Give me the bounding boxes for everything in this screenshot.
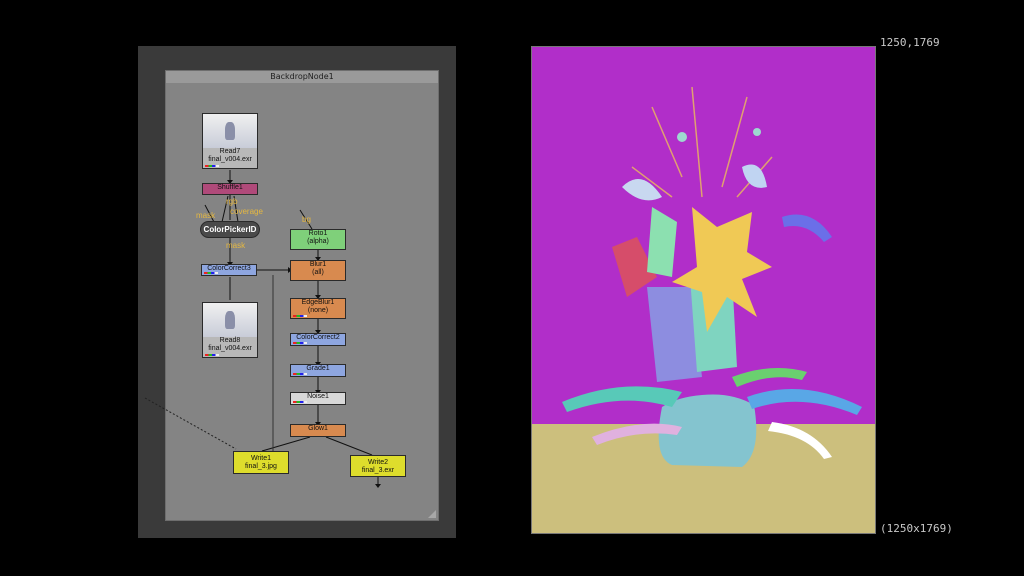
- pixel-coordinate-readout: 1250,1769: [880, 36, 940, 49]
- read7-file: final_v004.exr: [208, 156, 252, 163]
- colorpickerid-node[interactable]: ColorPickerID: [200, 221, 260, 238]
- channel-indicator: [293, 373, 307, 375]
- write1-name: Write1: [250, 455, 272, 462]
- edgeblur1-node[interactable]: EdgeBlur1 (none): [290, 298, 346, 319]
- channel-indicator: [205, 165, 219, 167]
- channel-indicator: [205, 354, 219, 356]
- read8-thumbnail: [203, 303, 257, 337]
- colorpickerid-name: ColorPickerID: [203, 225, 257, 234]
- write2-name: Write2: [367, 459, 389, 466]
- read8-name: Read8: [219, 337, 241, 344]
- matte-id-render: [532, 86, 875, 533]
- edgeblur1-sub: (none): [307, 307, 329, 314]
- read8-node[interactable]: Read8 final_v004.exr: [202, 302, 258, 358]
- shuffle1-node[interactable]: Shuffle1: [202, 183, 258, 195]
- read7-node[interactable]: Read7 final_v004.exr: [202, 113, 258, 169]
- blur1-sub: (all): [312, 269, 324, 276]
- image-format-label: (1250x1769): [880, 522, 953, 535]
- channel-indicator: [293, 342, 307, 344]
- noise1-node[interactable]: Noise1: [290, 392, 346, 405]
- glow1-node[interactable]: Glow1: [290, 424, 346, 437]
- colorcorrect2-node[interactable]: ColorCorrect2: [290, 333, 346, 346]
- viewer-image[interactable]: [531, 46, 876, 534]
- blur1-node[interactable]: Blur1 (all): [290, 260, 346, 281]
- edge-label-mask-2: mask: [226, 241, 246, 250]
- channel-indicator: [293, 401, 307, 403]
- roto1-sub: (alpha): [307, 238, 329, 245]
- read8-file: final_v004.exr: [208, 345, 252, 352]
- colorcorrect2-name: ColorCorrect2: [296, 334, 340, 341]
- write2-node[interactable]: Write2 final_3.exr: [350, 455, 406, 477]
- edge-label-bg: bg: [302, 215, 311, 224]
- channel-indicator: [204, 272, 218, 274]
- read7-thumbnail: [203, 114, 257, 148]
- edgeblur1-name: EdgeBlur1: [301, 299, 335, 306]
- channel-indicator: [293, 315, 307, 317]
- colorcorrect3-name: ColorCorrect3: [207, 265, 251, 272]
- blur1-name: Blur1: [309, 261, 327, 268]
- colorcorrect3-node[interactable]: ColorCorrect3: [201, 264, 257, 276]
- edge-label-coverage: coverage: [230, 207, 263, 216]
- write2-file: final_3.exr: [361, 467, 395, 474]
- edge-label-rgb: rgb: [226, 197, 238, 206]
- read7-name: Read7: [219, 148, 241, 155]
- noise1-name: Noise1: [307, 393, 329, 400]
- roto1-node[interactable]: Roto1 (alpha): [290, 229, 346, 250]
- shuffle1-name: Shuffle1: [217, 184, 243, 191]
- roto1-name: Roto1: [308, 230, 328, 237]
- grade1-name: Grade1: [306, 365, 330, 372]
- write1-node[interactable]: Write1 final_3.jpg: [233, 451, 289, 474]
- grade1-node[interactable]: Grade1: [290, 364, 346, 377]
- glow1-name: Glow1: [308, 425, 328, 432]
- edge-label-mask: mask: [196, 211, 216, 220]
- write1-file: final_3.jpg: [245, 463, 277, 470]
